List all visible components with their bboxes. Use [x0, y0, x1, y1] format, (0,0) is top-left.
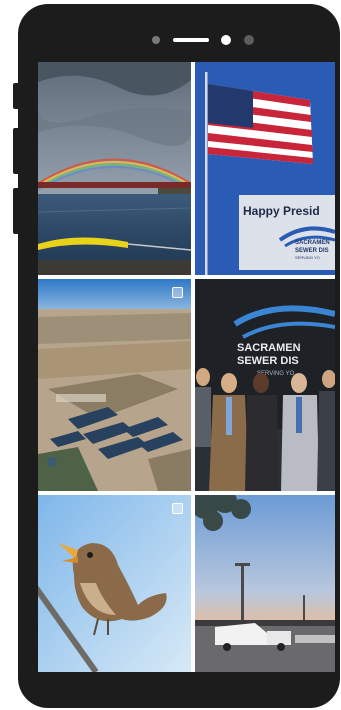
- group-photo: SACRAMEN SEWER DIS SERVING YO: [195, 279, 335, 491]
- sunset-lot-photo: [195, 495, 335, 672]
- sign-tagline: SERVING YO: [295, 255, 320, 260]
- earpiece-speaker: [173, 38, 209, 42]
- wall-org-line1: SACRAMEN: [237, 342, 301, 354]
- post-tile-rainbow[interactable]: [38, 62, 191, 275]
- post-tile-aerial[interactable]: [38, 279, 191, 491]
- proximity-sensor: [244, 35, 254, 45]
- sign-org-line2: SEWER DIS: [295, 248, 329, 254]
- aerial-photo: [38, 279, 191, 491]
- post-tile-bird[interactable]: [38, 495, 191, 672]
- rainbow-photo: [38, 62, 191, 275]
- sensor-dot: [152, 36, 160, 44]
- post-tile-flag[interactable]: Happy Presid SACRAMEN SEWER DIS SERVING …: [195, 62, 335, 275]
- post-tile-sunset-lot[interactable]: [195, 495, 335, 672]
- multiple-photos-icon: [172, 287, 183, 298]
- post-tile-group[interactable]: SACRAMEN SEWER DIS SERVING YO: [195, 279, 335, 491]
- bird-photo: [38, 495, 191, 672]
- front-camera: [221, 35, 231, 45]
- sign-headline: Happy Presid: [243, 204, 320, 218]
- multiple-photos-icon: [172, 503, 183, 514]
- wall-org-line2: SEWER DIS: [237, 355, 299, 367]
- flag-photo: Happy Presid SACRAMEN SEWER DIS SERVING …: [195, 62, 335, 275]
- photo-grid: Happy Presid SACRAMEN SEWER DIS SERVING …: [38, 62, 335, 672]
- sign-org-line1: SACRAMEN: [295, 240, 330, 246]
